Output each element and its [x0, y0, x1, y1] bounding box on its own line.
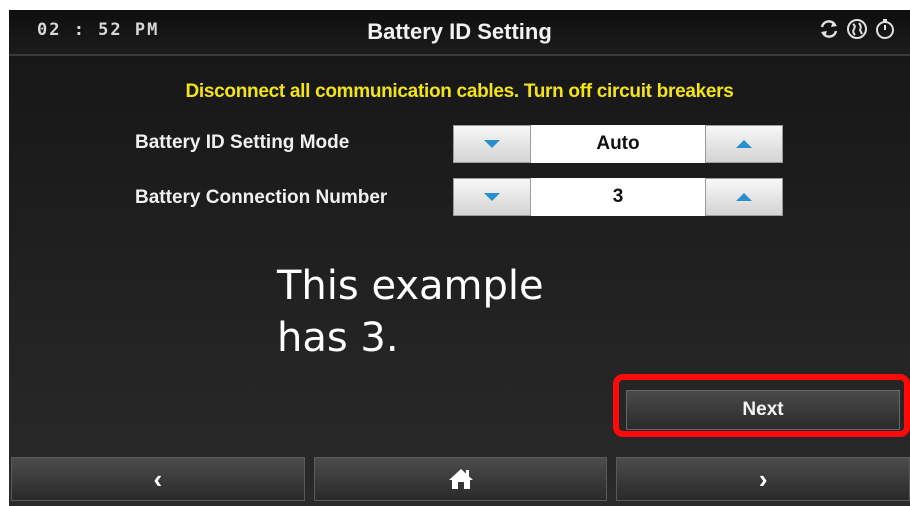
battery-id-mode-decrease-button[interactable]: [453, 125, 531, 163]
back-button[interactable]: ‹: [11, 457, 305, 501]
annotation-line-1: This example: [277, 263, 544, 309]
forward-button[interactable]: ›: [616, 457, 910, 501]
arrow-up-icon: [736, 140, 752, 148]
header-bar: 02 : 52 PM Battery ID Setting: [9, 10, 910, 56]
footer-nav: ‹ ›: [9, 457, 910, 506]
power-icon[interactable]: [874, 18, 896, 40]
page-title: Battery ID Setting: [367, 19, 552, 44]
home-button[interactable]: [313, 457, 608, 501]
warning-message: Disconnect all communication cables. Tur…: [185, 81, 734, 102]
annotation-line-2: has 3.: [277, 315, 399, 361]
battery-id-mode-value: Auto: [531, 125, 705, 163]
annotation-note: This example has 3.: [277, 260, 544, 364]
battery-id-mode-stepper: Auto: [453, 125, 783, 163]
status-icons: [818, 18, 896, 40]
battery-connection-number-label: Battery Connection Number: [135, 187, 388, 208]
arrow-down-icon: [484, 140, 500, 148]
battery-id-mode-label: Battery ID Setting Mode: [135, 132, 350, 153]
battery-connection-decrease-button[interactable]: [453, 178, 531, 216]
screen: 02 : 52 PM Battery ID Setting Disconnect…: [9, 10, 910, 506]
battery-connection-increase-button[interactable]: [705, 178, 783, 216]
highlight-box: [613, 374, 910, 437]
battery-id-mode-increase-button[interactable]: [705, 125, 783, 163]
home-icon: [448, 469, 473, 489]
battery-connection-number-value: 3: [531, 178, 705, 216]
globe-icon[interactable]: [846, 18, 868, 40]
battery-connection-number-stepper: 3: [453, 178, 783, 216]
arrow-up-icon: [736, 193, 752, 201]
arrow-down-icon: [484, 193, 500, 201]
sync-icon[interactable]: [818, 18, 840, 40]
